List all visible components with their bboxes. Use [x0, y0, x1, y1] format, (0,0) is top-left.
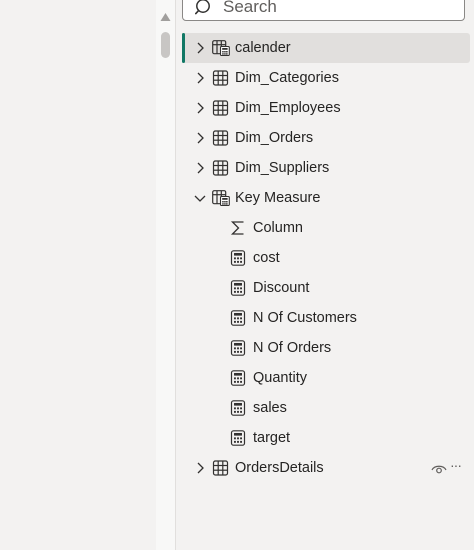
more-options-icon[interactable]: ··· [450, 456, 462, 474]
chevron-right-icon[interactable] [193, 41, 207, 55]
measure-row-discount[interactable]: Discount [182, 273, 470, 303]
measure-row-target[interactable]: target [182, 423, 470, 453]
measure-label: target [253, 430, 291, 446]
table-icon [212, 460, 229, 476]
sigma-icon [230, 221, 244, 235]
calculator-icon [230, 250, 246, 266]
chevron-right-icon[interactable] [193, 161, 207, 175]
calc-table-icon [212, 40, 230, 56]
table-icon [212, 160, 229, 176]
search-box[interactable] [182, 0, 465, 21]
eye-icon[interactable] [431, 463, 447, 475]
chevron-down-icon[interactable] [193, 191, 207, 205]
table-label: Dim_Suppliers [235, 160, 330, 176]
selection-indicator [182, 33, 185, 63]
scrollbar[interactable] [156, 0, 175, 550]
measure-label: sales [253, 400, 287, 416]
search-input[interactable] [223, 0, 453, 17]
search-icon [195, 0, 210, 15]
scroll-thumb[interactable] [161, 32, 170, 58]
table-row-dim-categories[interactable]: Dim_Categories [182, 63, 470, 93]
table-row-dim-suppliers[interactable]: Dim_Suppliers [182, 153, 470, 183]
table-label: OrdersDetails [235, 460, 324, 476]
calc-table-icon [212, 190, 230, 206]
table-label: Dim_Employees [235, 100, 341, 116]
measure-label: Quantity [253, 370, 307, 386]
left-pane [0, 0, 156, 550]
table-label: calender [235, 40, 291, 56]
table-row-ordersdetails[interactable]: OrdersDetails ··· [182, 453, 470, 483]
calculator-icon [230, 370, 246, 386]
measure-row-n-of-customers[interactable]: N Of Customers [182, 303, 470, 333]
calculator-icon [230, 310, 246, 326]
measure-label: cost [253, 250, 280, 266]
calculator-icon [230, 280, 246, 296]
data-fields-pane: calender Dim_Categories Dim_Employees [176, 0, 474, 550]
measure-row-n-of-orders[interactable]: N Of Orders [182, 333, 470, 363]
table-row-dim-employees[interactable]: Dim_Employees [182, 93, 470, 123]
measure-row-cost[interactable]: cost [182, 243, 470, 273]
measure-label: Discount [253, 280, 310, 296]
field-row-column[interactable]: Column [182, 213, 470, 243]
field-label: Column [253, 220, 303, 236]
measure-label: N Of Orders [253, 340, 332, 356]
chevron-right-icon[interactable] [193, 71, 207, 85]
measure-row-quantity[interactable]: Quantity [182, 363, 470, 393]
calculator-icon [230, 430, 246, 446]
measure-label: N Of Customers [253, 310, 357, 326]
table-label: Dim_Orders [235, 130, 314, 146]
scroll-up-arrow-icon[interactable] [160, 12, 171, 22]
chevron-right-icon[interactable] [193, 101, 207, 115]
table-icon [212, 130, 229, 146]
table-label: Key Measure [235, 190, 321, 206]
table-icon [212, 70, 229, 86]
table-row-calender[interactable]: calender [182, 33, 470, 63]
table-row-dim-orders[interactable]: Dim_Orders [182, 123, 470, 153]
chevron-right-icon[interactable] [193, 461, 207, 475]
table-label: Dim_Categories [235, 70, 339, 86]
table-icon [212, 100, 229, 116]
calculator-icon [230, 400, 246, 416]
chevron-right-icon[interactable] [193, 131, 207, 145]
measure-row-sales[interactable]: sales [182, 393, 470, 423]
calculator-icon [230, 340, 246, 356]
table-row-key-measure[interactable]: Key Measure [182, 183, 470, 213]
